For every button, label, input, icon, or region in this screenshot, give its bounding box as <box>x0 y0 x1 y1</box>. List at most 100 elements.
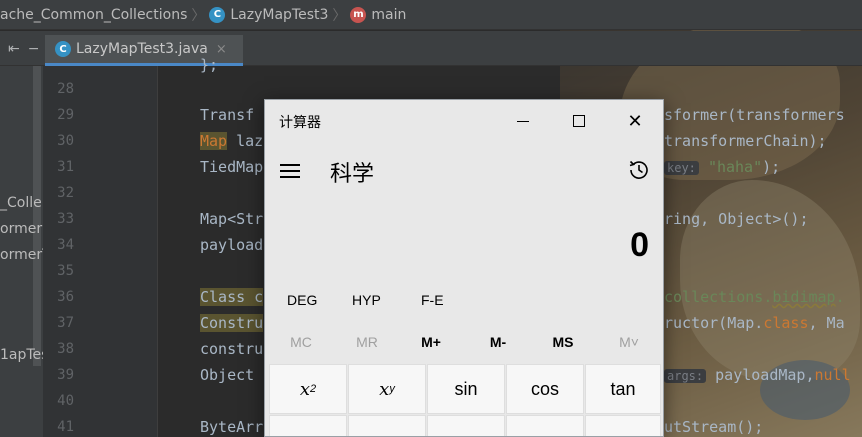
sin-button[interactable]: sin <box>427 364 505 414</box>
code-line: collections.bidimap. <box>664 288 845 306</box>
memory-subtract-button[interactable]: M- <box>468 334 528 350</box>
calc-key[interactable] <box>269 415 347 436</box>
code-line: key: "haha"); <box>664 158 780 176</box>
project-tree-item[interactable]: ormer <box>0 221 42 237</box>
code-text: Class c <box>200 288 264 306</box>
code-text: Constru <box>200 314 264 332</box>
code-text: Transf <box>200 106 255 124</box>
code-text: ring, Object>(); <box>664 210 809 228</box>
code-text: transformerChain); <box>664 132 827 150</box>
breadcrumb-class[interactable]: C LazyMapTest3 <box>209 6 329 23</box>
minimize-icon[interactable]: − <box>28 41 40 57</box>
code-text: laz <box>227 132 264 150</box>
line-number: 39 <box>57 367 74 383</box>
project-tree-item[interactable]: ormerT <box>0 247 43 263</box>
breadcrumb-project-label: ache_Common_Collections <box>0 6 188 23</box>
code-text: TiedMap <box>200 158 264 176</box>
line-number: 38 <box>57 341 74 357</box>
history-button[interactable] <box>627 158 651 182</box>
line-number: 32 <box>57 185 74 201</box>
code-text: }; <box>200 56 219 74</box>
code-keyword: null <box>814 366 851 384</box>
calc-key[interactable] <box>348 415 426 436</box>
breadcrumb-method-label: main <box>371 6 407 23</box>
fe-button[interactable]: F-E <box>421 292 444 308</box>
line-number: 37 <box>57 315 74 331</box>
line-number: 29 <box>57 107 74 123</box>
line-number: 28 <box>57 81 74 97</box>
code-text: , Ma <box>808 314 845 332</box>
calculator-window: 计算器 ✕ 科学 0 DEG HYP F-E MC MR M+ M- MS M˅… <box>264 99 664 437</box>
memory-clear-button[interactable]: MC <box>271 334 331 350</box>
line-number: 34 <box>57 237 74 253</box>
power-button[interactable]: xy <box>348 364 426 414</box>
close-icon[interactable]: × <box>216 42 227 57</box>
code-line: Map laz <box>200 132 263 150</box>
maximize-icon <box>573 115 585 127</box>
deg-button[interactable]: DEG <box>287 292 317 308</box>
code-line: ructor(Map.class, Ma <box>664 314 845 332</box>
memory-add-button[interactable]: M+ <box>401 334 461 350</box>
key-superscript: 2 <box>310 383 317 395</box>
class-icon: C <box>55 41 71 57</box>
line-number-gutter: 28 29 30 31 32 33 34 35 36 37 38 39 40 4… <box>43 66 158 437</box>
code-string: bidimap <box>772 288 836 306</box>
scrollbar[interactable] <box>33 66 41 366</box>
hamburger-icon <box>280 170 300 172</box>
breadcrumb-method[interactable]: m main <box>350 6 407 23</box>
window-titlebar[interactable]: 计算器 ✕ <box>265 100 663 142</box>
line-number: 35 <box>57 263 74 279</box>
project-tree-item[interactable]: 1apTes <box>0 347 43 363</box>
project-tree-item[interactable]: _Colle <box>0 195 42 211</box>
code-text: Object <box>200 366 255 384</box>
memory-recall-button[interactable]: MR <box>337 334 397 350</box>
memory-row: MC MR M+ M- MS M˅ <box>265 326 663 358</box>
calc-key[interactable] <box>427 415 505 436</box>
key-superscript: y <box>389 383 395 395</box>
code-string: . <box>835 288 845 306</box>
code-text: constru <box>200 340 264 358</box>
line-number: 40 <box>57 393 74 409</box>
minimize-icon <box>517 120 529 122</box>
window-title: 计算器 <box>279 114 321 130</box>
calc-key[interactable] <box>585 415 661 436</box>
class-icon: C <box>209 6 226 23</box>
calc-key[interactable] <box>506 415 584 436</box>
code-string: "haha" <box>707 158 763 176</box>
code-keyword: Map <box>200 132 228 150</box>
minimize-button[interactable] <box>495 100 551 142</box>
code-string: collections. <box>664 288 773 306</box>
code-line: args: payloadMap,null <box>664 366 851 384</box>
tan-button[interactable]: tan <box>585 364 661 414</box>
cos-button[interactable]: cos <box>506 364 584 414</box>
line-number: 41 <box>57 419 74 435</box>
line-number: 31 <box>57 159 74 175</box>
key-label: x <box>379 378 390 400</box>
line-number: 33 <box>57 211 74 227</box>
parameter-hint: key: <box>664 161 699 175</box>
memory-store-button[interactable]: MS <box>533 334 593 350</box>
maximize-button[interactable] <box>551 100 607 142</box>
breadcrumb: ache_Common_Collections 〉 C LazyMapTest3… <box>0 0 862 30</box>
hyp-button[interactable]: HYP <box>352 292 381 308</box>
method-icon: m <box>350 6 367 23</box>
close-button[interactable]: ✕ <box>607 100 663 142</box>
breadcrumb-project[interactable]: ache_Common_Collections <box>0 7 187 23</box>
code-text: payload <box>200 236 264 254</box>
hamburger-icon <box>280 176 300 178</box>
angle-mode-row: DEG HYP F-E <box>265 286 663 316</box>
breadcrumb-class-label: LazyMapTest3 <box>230 6 329 23</box>
editor-tab-bar: ⇤ − C LazyMapTest3.java × <box>0 31 862 66</box>
memory-list-button[interactable]: M˅ <box>599 334 659 350</box>
history-icon <box>629 160 648 179</box>
code-text: utStream(); <box>664 418 764 436</box>
code-text: ByteArr <box>200 418 264 436</box>
calculator-mode-title: 科学 <box>330 161 375 186</box>
menu-button[interactable] <box>280 164 300 178</box>
code-text: Map<Str <box>200 210 264 228</box>
key-label: x <box>299 378 311 400</box>
tab-label: LazyMapTest3.java <box>76 41 208 57</box>
collapse-icon[interactable]: ⇤ <box>8 41 20 57</box>
parameter-hint: args: <box>664 369 707 383</box>
square-button[interactable]: x2 <box>269 364 347 414</box>
